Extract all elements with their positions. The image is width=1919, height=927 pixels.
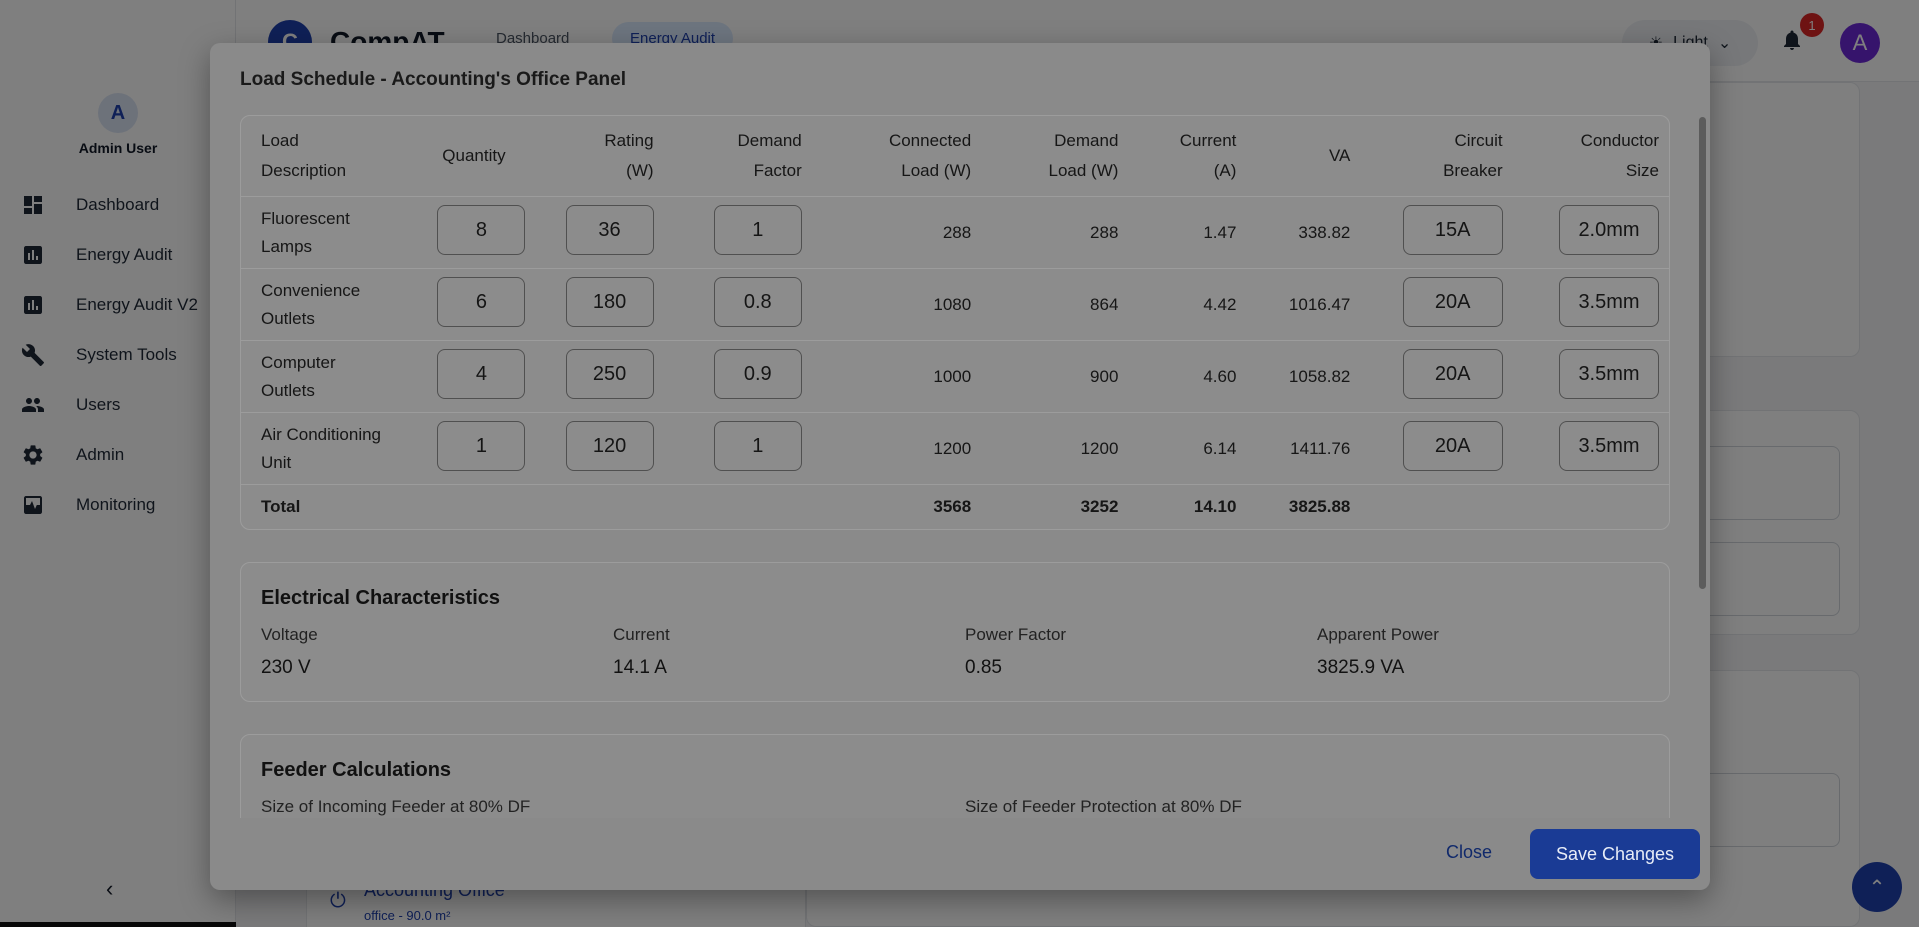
table-row: Computer Outlets 4 250 0.9 1000 900 4.60 … <box>241 340 1669 413</box>
load-description: Computer Outlets <box>241 340 413 413</box>
section-title: Electrical Characteristics <box>261 586 501 609</box>
va-value: 1058.82 <box>1246 340 1361 413</box>
demand-factor-input[interactable]: 1 <box>713 421 802 471</box>
load-schedule-modal: Load Schedule - Accounting's Office Pane… <box>210 43 1710 890</box>
total-row: Total 3568 3252 14.10 3825.88 <box>241 484 1669 529</box>
close-button[interactable]: Close <box>1446 842 1492 863</box>
col-header-current: Current (A) <box>1179 131 1237 180</box>
quantity-input[interactable]: 6 <box>437 277 526 327</box>
table-row: Fluorescent Lamps 8 36 1 288 288 1.47 338… <box>241 196 1669 269</box>
table-row: Air Conditioning Unit 1 120 1 1200 1200 6… <box>241 412 1669 485</box>
breaker-input[interactable]: 15A <box>1402 205 1503 255</box>
conductor-input[interactable]: 3.5mm <box>1559 277 1659 327</box>
load-table: Load Description Quantity Rating (W) Deman… <box>241 116 1669 529</box>
total-demand-load: 3252 <box>981 484 1129 529</box>
incoming-feeder-label: Size of Incoming Feeder at 80% DF <box>261 796 531 816</box>
section-title: Feeder Calculations <box>261 758 452 781</box>
col-header-breaker: Circuit Breaker <box>1443 131 1503 180</box>
feeder-calculations-panel: Feeder Calculations Size of Incoming Fee… <box>240 733 1670 818</box>
total-va: 3825.88 <box>1246 484 1361 529</box>
va-value: 1016.47 <box>1246 268 1361 341</box>
modal-scrollbar[interactable] <box>1699 117 1706 589</box>
demand-factor-input[interactable]: 1 <box>713 205 802 255</box>
connected-load-value: 1000 <box>811 340 982 413</box>
total-connected-load: 3568 <box>811 484 982 529</box>
col-header-quantity: Quantity <box>442 146 506 165</box>
load-table-panel: Load Description Quantity Rating (W) Deman… <box>240 115 1670 530</box>
connected-load-value: 288 <box>811 196 982 269</box>
rating-input[interactable]: 36 <box>565 205 654 255</box>
connected-load-value: 1080 <box>811 268 982 341</box>
demand-load-value: 288 <box>981 196 1129 269</box>
feeder-protection-label: Size of Feeder Protection at 80% DF <box>965 796 1242 816</box>
current-value: 1.47 <box>1128 196 1247 269</box>
col-header-demand-load: Demand Load (W) <box>1048 131 1119 180</box>
rating-input[interactable]: 180 <box>565 277 654 327</box>
total-current: 14.10 <box>1128 484 1247 529</box>
col-header-conductor: Conductor Size <box>1580 131 1659 180</box>
col-header-va: VA <box>1328 146 1351 165</box>
va-value: 338.82 <box>1246 196 1361 269</box>
total-label: Total <box>241 484 413 529</box>
connected-load-value: 1200 <box>811 412 982 485</box>
demand-load-value: 1200 <box>981 412 1129 485</box>
col-header-rating: Rating (W) <box>604 131 654 180</box>
quantity-input[interactable]: 1 <box>437 421 526 471</box>
electrical-characteristics-panel: Electrical Characteristics Voltage 230 V… <box>240 561 1670 702</box>
demand-factor-input[interactable]: 0.8 <box>713 277 802 327</box>
breaker-input[interactable]: 20A <box>1402 349 1503 399</box>
modal-footer: Close Save Changes <box>210 818 1710 890</box>
current-value: 4.60 <box>1128 340 1247 413</box>
quantity-input[interactable]: 8 <box>437 205 526 255</box>
modal-title: Load Schedule - Accounting's Office Pane… <box>240 69 626 90</box>
table-header-row: Load Description Quantity Rating (W) Deman… <box>241 116 1669 197</box>
load-description: Air Conditioning Unit <box>241 412 413 485</box>
save-changes-button[interactable]: Save Changes <box>1530 829 1700 879</box>
current-stat: Current 14.1 A <box>613 624 670 678</box>
conductor-input[interactable]: 2.0mm <box>1559 205 1659 255</box>
demand-load-value: 864 <box>981 268 1129 341</box>
table-row: Convenience Outlets 6 180 0.8 1080 864 4.… <box>241 268 1669 341</box>
current-value: 4.42 <box>1128 268 1247 341</box>
col-header-demand-factor: Demand Factor <box>737 131 802 180</box>
rating-input[interactable]: 250 <box>565 349 654 399</box>
quantity-input[interactable]: 4 <box>437 349 526 399</box>
power-factor-stat: Power Factor 0.85 <box>965 624 1067 678</box>
modal-body: Load Description Quantity Rating (W) Deman… <box>240 115 1670 818</box>
col-header-connected-load: Connected Load (W) <box>888 131 972 180</box>
demand-load-value: 900 <box>981 340 1129 413</box>
load-description: Fluorescent Lamps <box>241 196 413 269</box>
rating-input[interactable]: 120 <box>565 421 654 471</box>
load-description: Convenience Outlets <box>241 268 413 341</box>
col-header-description: Load Description <box>261 131 347 180</box>
breaker-input[interactable]: 20A <box>1402 277 1503 327</box>
demand-factor-input[interactable]: 0.9 <box>713 349 802 399</box>
current-value: 6.14 <box>1128 412 1247 485</box>
voltage-stat: Voltage 230 V <box>261 624 318 678</box>
apparent-power-stat: Apparent Power 3825.9 VA <box>1317 624 1439 678</box>
conductor-input[interactable]: 3.5mm <box>1559 349 1659 399</box>
breaker-input[interactable]: 20A <box>1402 421 1503 471</box>
conductor-input[interactable]: 3.5mm <box>1559 421 1659 471</box>
va-value: 1411.76 <box>1246 412 1361 485</box>
